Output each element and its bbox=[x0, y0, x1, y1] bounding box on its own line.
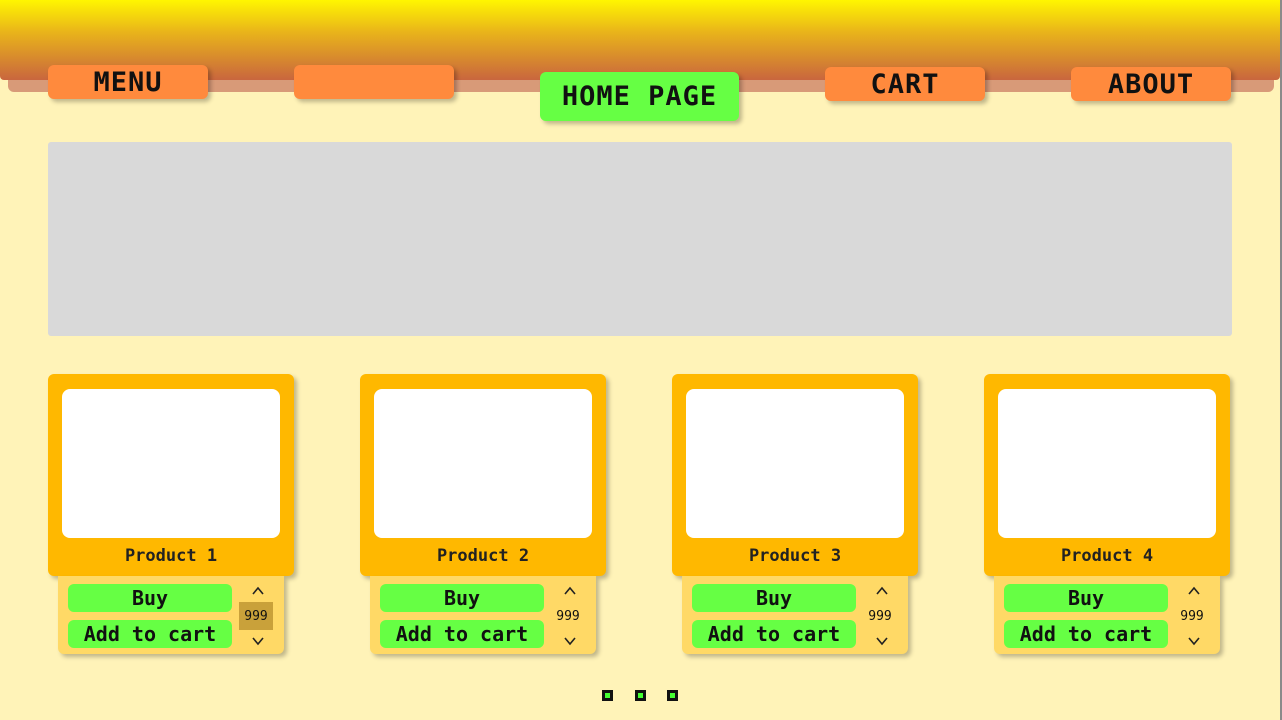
chevron-down-icon[interactable] bbox=[862, 633, 902, 649]
product-card: Product 4 bbox=[984, 374, 1230, 576]
product-title: Product 1 bbox=[124, 546, 218, 566]
quantity-value[interactable]: 999 bbox=[239, 602, 273, 630]
chevron-down-icon[interactable] bbox=[238, 633, 278, 649]
chevron-down-icon[interactable] bbox=[1174, 633, 1214, 649]
nav-blank-button[interactable] bbox=[294, 65, 454, 99]
hero-banner bbox=[48, 142, 1232, 336]
nav-home-button[interactable]: HOME PAGE bbox=[540, 72, 739, 121]
nav-menu-button[interactable]: MENU bbox=[48, 65, 208, 99]
product-image[interactable] bbox=[686, 389, 904, 538]
product-actions: Buy Add to cart 999 bbox=[994, 576, 1220, 654]
product-card: Product 2 bbox=[360, 374, 606, 576]
product-actions: Buy Add to cart 999 bbox=[370, 576, 596, 654]
chevron-down-icon[interactable] bbox=[550, 633, 590, 649]
pagination-dot-2[interactable] bbox=[635, 690, 646, 701]
nav-about-button[interactable]: ABOUT bbox=[1071, 67, 1231, 101]
chevron-up-icon[interactable] bbox=[550, 583, 590, 599]
product-card-3: Product 3 Buy Add to cart 999 bbox=[672, 374, 918, 654]
product-image[interactable] bbox=[62, 389, 280, 538]
pagination-dot-3[interactable] bbox=[667, 690, 678, 701]
quantity-value[interactable]: 999 bbox=[863, 602, 897, 630]
pagination-dot-1[interactable] bbox=[602, 690, 613, 701]
chevron-up-icon[interactable] bbox=[862, 583, 902, 599]
buy-button[interactable]: Buy bbox=[380, 584, 544, 612]
buy-button[interactable]: Buy bbox=[68, 584, 232, 612]
buy-button[interactable]: Buy bbox=[692, 584, 856, 612]
product-title: Product 2 bbox=[436, 546, 530, 566]
product-card-4: Product 4 Buy Add to cart 999 bbox=[984, 374, 1230, 654]
nav-cart-button[interactable]: CART bbox=[825, 67, 985, 101]
chevron-up-icon[interactable] bbox=[238, 583, 278, 599]
product-card: Product 3 bbox=[672, 374, 918, 576]
chevron-up-icon[interactable] bbox=[1174, 583, 1214, 599]
product-image[interactable] bbox=[374, 389, 592, 538]
product-title: Product 4 bbox=[1060, 546, 1154, 566]
quantity-value[interactable]: 999 bbox=[551, 602, 585, 630]
buy-button[interactable]: Buy bbox=[1004, 584, 1168, 612]
product-actions: Buy Add to cart 999 bbox=[58, 576, 284, 654]
product-image[interactable] bbox=[998, 389, 1216, 538]
product-card-2: Product 2 Buy Add to cart 999 bbox=[360, 374, 606, 654]
product-card-1: Product 1 Buy Add to cart 999 bbox=[48, 374, 294, 654]
product-actions: Buy Add to cart 999 bbox=[682, 576, 908, 654]
quantity-value[interactable]: 999 bbox=[1175, 602, 1209, 630]
product-card: Product 1 bbox=[48, 374, 294, 576]
product-title: Product 3 bbox=[748, 546, 842, 566]
add-to-cart-button[interactable]: Add to cart bbox=[68, 620, 232, 648]
add-to-cart-button[interactable]: Add to cart bbox=[380, 620, 544, 648]
add-to-cart-button[interactable]: Add to cart bbox=[692, 620, 856, 648]
add-to-cart-button[interactable]: Add to cart bbox=[1004, 620, 1168, 648]
